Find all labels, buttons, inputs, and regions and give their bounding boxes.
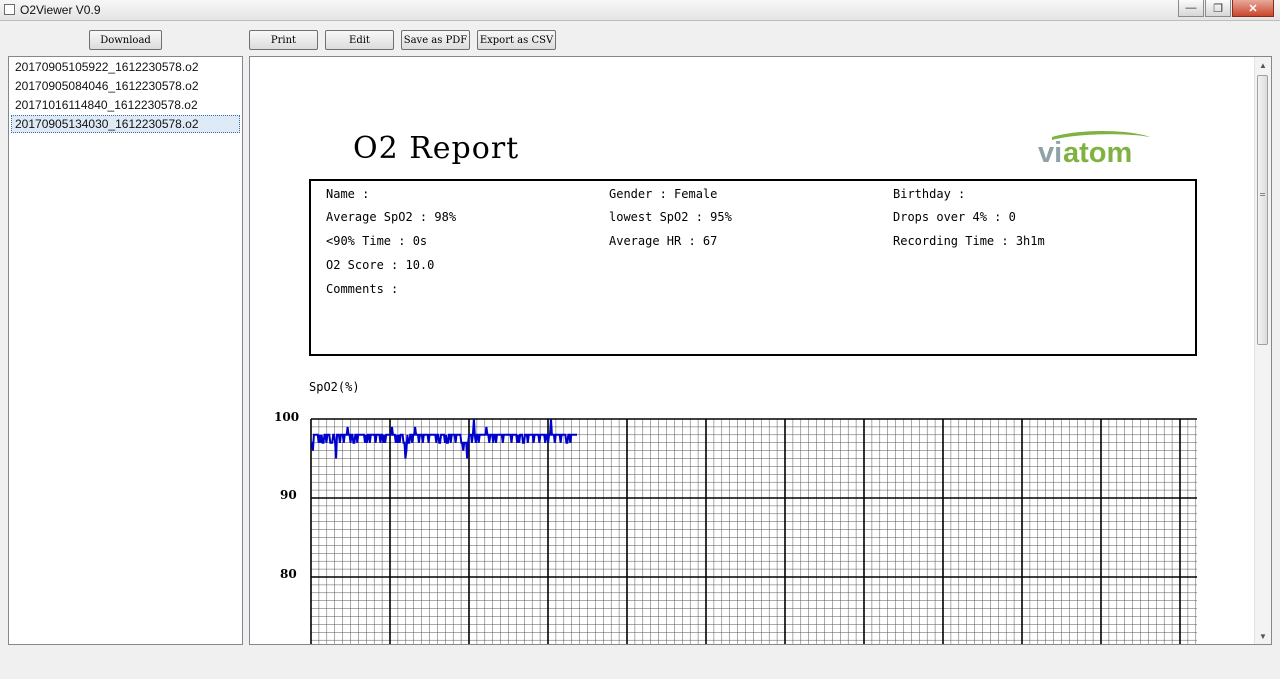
name-field: Name : <box>326 187 370 201</box>
patient-info-box: Name : Gender : Female Birthday : Averag… <box>309 179 1197 356</box>
lowest-spo2-field: lowest SpO2 : 95% <box>609 210 732 224</box>
chart-grid-minor <box>311 419 1197 644</box>
file-list-item-selected[interactable]: 20170905134030_1612230578.o2 <box>11 115 240 133</box>
birthday-field: Birthday : <box>893 187 966 201</box>
close-icon[interactable]: ✕ <box>1232 0 1274 17</box>
file-list-item[interactable]: 20170905084046_1612230578.o2 <box>11 77 240 95</box>
chart-ylabel: SpO2(%) <box>309 380 360 394</box>
download-button[interactable]: Download <box>89 30 162 50</box>
report-title: O2 Report <box>353 131 520 166</box>
save-as-pdf-button[interactable]: Save as PDF <box>401 30 470 50</box>
scroll-up-icon[interactable]: ▲ <box>1255 57 1271 73</box>
export-as-csv-button[interactable]: Export as CSV <box>477 30 556 50</box>
drops-field: Drops over 4% : 0 <box>893 210 1016 224</box>
title-bar: O2Viewer V0.9 — ❐ ✕ <box>0 0 1280 21</box>
print-button[interactable]: Print <box>249 30 318 50</box>
scroll-down-icon[interactable]: ▼ <box>1255 628 1271 644</box>
spo2-series-line <box>311 418 577 459</box>
o2-score-field: O2 Score : 10.0 <box>326 258 435 272</box>
restore-icon[interactable]: ❐ <box>1205 0 1231 17</box>
y-tick-label: 100 <box>274 410 300 424</box>
report-preview[interactable]: O2 Report vi atom Name : Gender : Female… <box>249 56 1272 645</box>
vertical-scrollbar[interactable]: ▲ ▼ <box>1254 57 1271 644</box>
window-title: O2Viewer V0.9 <box>20 3 101 17</box>
gender-field: Gender : Female <box>609 187 718 201</box>
scrollbar-thumb[interactable] <box>1257 75 1268 345</box>
minimize-icon[interactable]: — <box>1178 0 1204 17</box>
file-list[interactable]: 20170905105922_1612230578.o2 20170905084… <box>8 56 243 645</box>
svg-text:vi: vi <box>1038 137 1062 167</box>
recording-time-field: Recording Time : 3h1m <box>893 234 1045 248</box>
spo2-chart <box>310 418 1197 644</box>
chart-grid-major <box>310 418 1197 644</box>
window-controls: — ❐ ✕ <box>1177 0 1274 17</box>
file-list-item[interactable]: 20171016114840_1612230578.o2 <box>11 96 240 114</box>
below-90-time-field: <90% Time : 0s <box>326 234 428 248</box>
edit-button[interactable]: Edit <box>325 30 394 50</box>
viatom-logo: vi atom <box>1038 131 1150 167</box>
file-list-item[interactable]: 20170905105922_1612230578.o2 <box>11 58 240 76</box>
average-spo2-field: Average SpO2 : 98% <box>326 210 457 224</box>
y-tick-label: 90 <box>280 488 297 502</box>
app-icon <box>4 4 15 15</box>
y-tick-label: 80 <box>280 567 297 581</box>
svg-text:atom: atom <box>1063 137 1132 167</box>
comments-field: Comments : <box>326 282 399 296</box>
average-hr-field: Average HR : 67 <box>609 234 718 248</box>
